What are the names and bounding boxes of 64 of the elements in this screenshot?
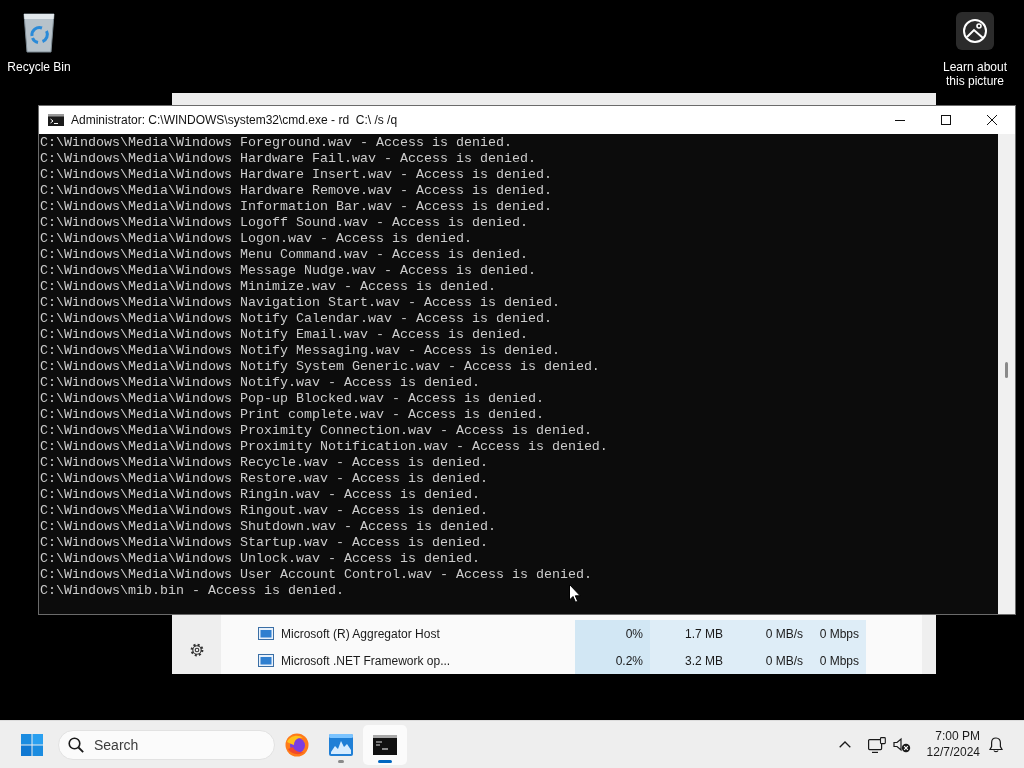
console-line: C:\Windows\Media\Windows Logon.wav - Access is denied. [40,231,472,247]
search-icon [68,736,84,753]
console-line: C:\Windows\Media\Windows Ringout.wav - Access is denied. [40,503,488,519]
console-line: C:\Windows\Media\Windows Unlock.wav - Access is denied. [40,551,480,567]
maximize-icon [941,115,951,125]
console-line: C:\Windows\Media\Windows Notify System Generic.wav - Access is denied. [40,359,600,375]
monitor-icon [867,736,886,753]
console-line: C:\Windows\Media\Windows Hardware Fail.wav - Access is denied. [40,151,536,167]
line-chart-icon [329,733,353,756]
console-line: C:\Windows\Media\Windows Minimize.wav - Access is denied. [40,279,496,295]
settings-icon[interactable] [188,642,205,658]
clock-button[interactable]: 7:00 PM 12/7/2024 [920,724,984,765]
console-line: C:\Windows\Media\Windows User Account Control.wav - Access is denied. [40,567,592,583]
process-name: Microsoft (R) Aggregator Host [281,626,440,641]
window-title: Administrator: C:\WINDOWS\system32\cmd.exe - rd C:\ /s /q [71,113,398,127]
speaker-muted-icon [892,736,911,753]
console-line: C:\Windows\Media\Windows Recycle.wav - Access is denied. [40,455,488,471]
console-line: C:\Windows\Media\Windows Notify Calendar.wav - Access is denied. [40,311,552,327]
console-line: C:\Windows\Media\Windows Information Bar.wav - Access is denied. [40,199,552,215]
terminal-icon [48,114,64,126]
table-cell: 0 MB/s [730,647,810,674]
console-line: C:\Windows\Media\Windows Startup.wav - Access is denied. [40,535,488,551]
console-line: C:\Windows\Media\Windows Notify Email.wav - Access is denied. [40,327,528,343]
browser-logo-icon [285,732,309,757]
app-window-icon [258,627,274,640]
app-window-icon [258,654,274,667]
console-line: C:\Windows\Media\Windows Hardware Insert.wav - Access is denied. [40,167,552,183]
bell-icon [989,736,1003,753]
console-line: C:\Windows\Media\Windows Logoff Sound.wav - Access is denied. [40,215,528,231]
console-line: C:\Windows\Media\Windows Hardware Remove.wav - Access is denied. [40,183,552,199]
search-field[interactable]: Search [58,729,275,760]
console-line: C:\Windows\mib.bin - Access is denied. [40,583,344,599]
console-line: C:\Windows\Media\Windows Notify.wav - Access is denied. [40,375,480,391]
process-name: Microsoft .NET Framework op... [281,653,451,668]
console-line: C:\Windows\Media\Windows Print complete.wav - Access is denied. [40,407,544,423]
console-line: C:\Windows\Media\Windows Notify Messaging.wav - Access is denied. [40,343,560,359]
table-cell: 0 Mbps [810,647,866,674]
picture-icon[interactable] [956,12,994,50]
terminal-icon [373,734,397,755]
close-icon [987,115,997,125]
scrollbar-thumb[interactable] [1005,362,1008,378]
table-cell: 0 MB/s [730,620,810,647]
console-line: C:\Windows\Media\Windows Proximity Connection.wav - Access is denied. [40,423,592,439]
table-cell: 1.7 MB [650,620,730,647]
console-line: C:\Windows\Media\Windows Restore.wav - Access is denied. [40,471,488,487]
console-line: C:\Windows\Media\Windows Ringin.wav - Access is denied. [40,487,480,503]
console-line: C:\Windows\Media\Windows Pop-up Blocked.wav - Access is denied. [40,391,544,407]
chevron-up-icon [839,741,851,748]
console-line: C:\Windows\Media\Windows Proximity Notification.wav - Access is denied. [40,439,608,455]
table-cell: 3.2 MB [650,647,730,674]
mouse-pointer-icon [569,584,581,603]
console-line: C:\Windows\Media\Windows Menu Command.wav - Access is denied. [40,247,528,263]
windows-logo-icon [21,733,43,756]
console-line: C:\Windows\Media\Windows Navigation Start.wav - Access is denied. [40,295,560,311]
taskbar-app-button[interactable] [363,724,407,765]
console-line: C:\Windows\Media\Windows Foreground.wav - Access is denied. [40,135,512,151]
minimize-icon [895,119,905,121]
table-cell: 0% [575,620,650,647]
table-cell: 0.2% [575,647,650,674]
desktop-icon-label[interactable]: Learn about this picture [935,60,1015,88]
table-cell: 0 Mbps [810,620,866,647]
console-line: C:\Windows\Media\Windows Shutdown.wav - Access is denied. [40,519,496,535]
console-line: C:\Windows\Media\Windows Message Nudge.wav - Access is denied. [40,263,536,279]
desktop-icon-label[interactable]: Recycle Bin [7,60,71,74]
